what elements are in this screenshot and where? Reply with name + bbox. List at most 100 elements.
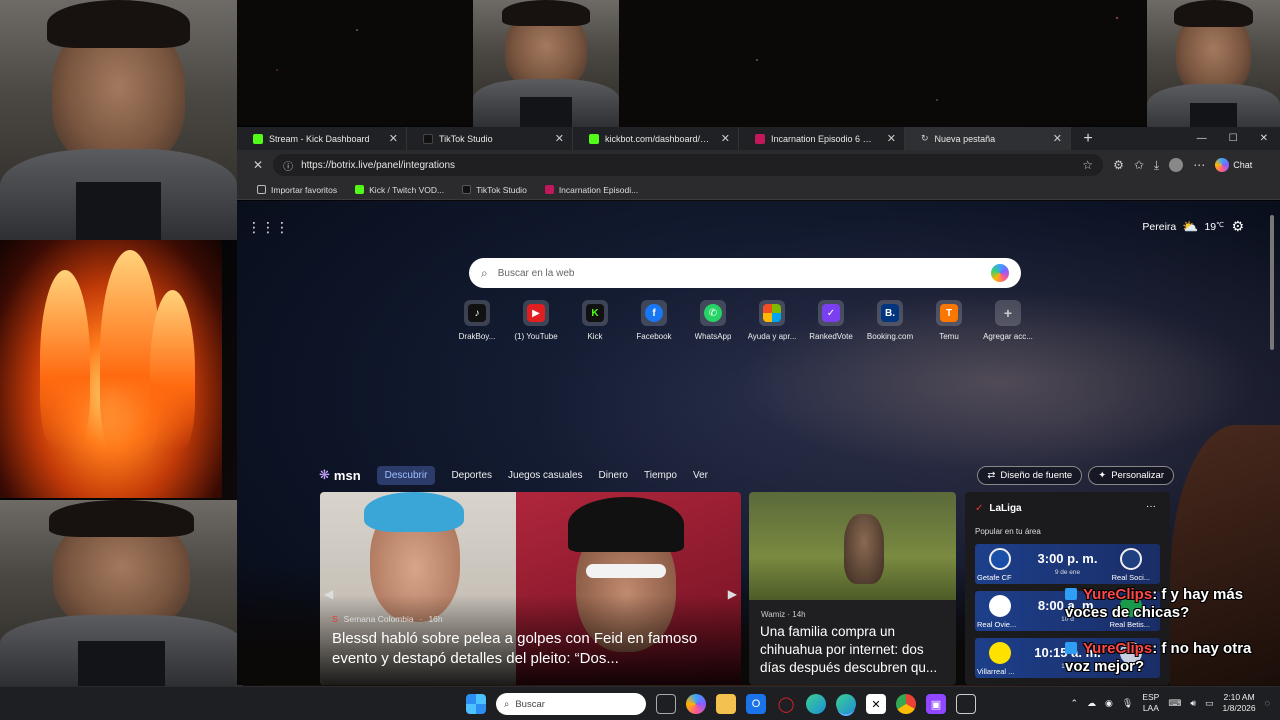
bookmark-tiktok-studio[interactable]: TikTok Studio bbox=[462, 185, 527, 195]
article-source: S Semana Colombia · 16h bbox=[332, 614, 443, 624]
windows-start-icon[interactable] bbox=[466, 694, 486, 714]
bookmark-incarnation[interactable]: Incarnation Episodi... bbox=[544, 185, 638, 195]
shortcut-youtube[interactable]: ▶ (1) YouTube bbox=[512, 300, 560, 341]
new-tab-button[interactable]: + bbox=[1077, 128, 1099, 150]
chat-badge-icon bbox=[1065, 588, 1077, 600]
tab-deportes[interactable]: Deportes bbox=[451, 470, 492, 481]
more-options-icon[interactable]: ··· bbox=[1146, 501, 1156, 512]
extensions-icon[interactable]: ⚙ bbox=[1113, 158, 1124, 172]
tab-incarnation-episode[interactable]: Incarnation Episodio 6 Sub Españ ✕ bbox=[739, 127, 905, 150]
chrome-icon[interactable] bbox=[896, 694, 916, 714]
more-menu-icon[interactable]: ⋯ bbox=[1193, 158, 1205, 172]
maximize-icon[interactable]: ☐ bbox=[1229, 133, 1238, 144]
app-tray-icon[interactable]: ◉ bbox=[1105, 698, 1113, 709]
chevron-left-icon[interactable]: ◀ bbox=[324, 587, 333, 601]
plus-icon: + bbox=[1003, 305, 1013, 321]
page-scrollbar[interactable] bbox=[1270, 215, 1274, 350]
close-tab-icon[interactable]: ✕ bbox=[721, 132, 730, 145]
tiktok-icon bbox=[423, 133, 433, 144]
bookmark-import-favorites[interactable]: Importar favoritos bbox=[257, 185, 337, 195]
task-view-icon[interactable] bbox=[656, 694, 676, 714]
system-clock[interactable]: 2:10 AM 1/8/2026 bbox=[1223, 692, 1256, 714]
close-window-icon[interactable]: ✕ bbox=[1260, 133, 1268, 144]
settings-gear-icon[interactable]: ⚙ bbox=[1231, 218, 1244, 235]
url-text: https://botrix.live/panel/integrations bbox=[301, 159, 456, 171]
url-field[interactable]: ⓘ https://botrix.live/panel/integrations… bbox=[273, 154, 1104, 176]
downloads-icon[interactable]: ⤓ bbox=[1154, 158, 1159, 173]
search-icon: ⌕ bbox=[481, 265, 488, 280]
capcut-icon[interactable]: ✕ bbox=[866, 694, 886, 714]
outlook-icon[interactable]: O bbox=[746, 694, 766, 714]
edge-active-icon[interactable] bbox=[836, 694, 856, 714]
article-headline[interactable]: Una familia compra un chihuahua por inte… bbox=[760, 623, 948, 677]
shortcut-kick[interactable]: K Kick bbox=[571, 300, 619, 341]
favorites-icon[interactable]: ✩ bbox=[1134, 158, 1144, 172]
chevron-up-icon[interactable]: ⌃ bbox=[1071, 698, 1079, 709]
shortcut-facebook[interactable]: f Facebook bbox=[630, 300, 678, 341]
volume-icon[interactable]: 🔊︎ bbox=[1190, 698, 1196, 709]
web-search-box[interactable]: ⌕ Buscar en la web bbox=[469, 258, 1021, 288]
shortcut-whatsapp[interactable]: ✆ WhatsApp bbox=[689, 300, 737, 341]
apps-grid-icon[interactable]: ⋮⋮⋮ bbox=[247, 219, 289, 236]
profile-avatar-icon[interactable] bbox=[1169, 158, 1184, 172]
shortcut-microsoft-help[interactable]: Ayuda y apr... bbox=[748, 300, 796, 341]
twitch-icon[interactable]: ▣ bbox=[926, 694, 946, 714]
bookmark-kick-twitch-vod[interactable]: Kick / Twitch VOD... bbox=[355, 185, 444, 195]
font-design-button[interactable]: ⇄ Diseño de fuente bbox=[977, 465, 1083, 485]
kick-icon bbox=[355, 185, 365, 194]
close-tab-icon[interactable]: ✕ bbox=[1053, 132, 1062, 145]
bookmarks-bar: Importar favoritos Kick / Twitch VOD... … bbox=[237, 180, 1280, 200]
tab-tiempo[interactable]: Tiempo bbox=[644, 470, 677, 481]
copilot-icon[interactable] bbox=[686, 694, 706, 714]
search-icon: ⌕ bbox=[504, 698, 510, 710]
shortcut-temu[interactable]: T Temu bbox=[925, 300, 973, 341]
close-tab-icon[interactable]: ✕ bbox=[389, 132, 398, 145]
close-tab-icon[interactable]: ✕ bbox=[555, 132, 564, 145]
favorite-star-icon[interactable]: ☆ bbox=[1082, 158, 1093, 172]
chevron-right-icon[interactable]: ▶ bbox=[728, 587, 737, 601]
opera-icon[interactable]: ◯ bbox=[776, 694, 796, 714]
personalize-button[interactable]: ✦ Personalizar bbox=[1088, 465, 1174, 485]
tab-new-tab[interactable]: ↻ Nueva pestaña ✕ bbox=[905, 127, 1071, 150]
microphone-icon[interactable]: 🎙︎ bbox=[1122, 698, 1133, 709]
site-info-icon[interactable]: ⓘ bbox=[283, 158, 293, 173]
file-explorer-icon[interactable] bbox=[716, 694, 736, 714]
shortcut-booking[interactable]: B. Booking.com bbox=[866, 300, 914, 341]
youtube-icon: ▶ bbox=[527, 304, 545, 322]
news-card[interactable]: Wamiz · 14h Una familia compra un chihua… bbox=[749, 492, 956, 685]
shortcut-rankedvote[interactable]: ✓ RankedVote bbox=[807, 300, 855, 341]
cloud-icon[interactable]: ☁ bbox=[1087, 698, 1096, 709]
app-window-icon[interactable] bbox=[956, 694, 976, 714]
notifications-icon[interactable]: ◌ bbox=[1265, 698, 1270, 708]
msn-feed-nav: ❋ msn Descubrir Deportes Juegos casuales… bbox=[319, 463, 1174, 487]
minimize-icon[interactable]: — bbox=[1197, 133, 1207, 144]
edge-icon[interactable] bbox=[806, 694, 826, 714]
copilot-icon[interactable] bbox=[991, 264, 1009, 282]
network-icon[interactable]: ⌨ bbox=[1168, 698, 1181, 709]
tab-tiktok-studio[interactable]: TikTok Studio ✕ bbox=[407, 127, 573, 150]
hero-news-card[interactable]: ◀ ▶ S Semana Colombia · 16h Blessd habló … bbox=[320, 492, 741, 685]
copilot-chat-button[interactable]: Chat bbox=[1215, 158, 1252, 172]
match-card[interactable]: 3:00 p. m. 9 de ene Getafe CF Real Soci.… bbox=[975, 544, 1160, 584]
weather-widget[interactable]: Pereira ⛅ 19℃ bbox=[1142, 219, 1224, 235]
stop-loading-icon[interactable]: ✕ bbox=[253, 158, 263, 172]
tab-ver[interactable]: Ver bbox=[693, 470, 708, 481]
shortcut-add[interactable]: + Agregar acc... bbox=[983, 300, 1033, 341]
tab-juegos-casuales[interactable]: Juegos casuales bbox=[508, 470, 583, 481]
webcam-feed-top-center bbox=[473, 0, 619, 128]
msn-logo[interactable]: ❋ msn bbox=[319, 467, 361, 483]
checkmark-icon: ✓ bbox=[822, 304, 840, 322]
input-language[interactable]: ESP LAA bbox=[1142, 692, 1159, 714]
battery-icon[interactable]: ▭ bbox=[1205, 698, 1214, 709]
tab-kick-dashboard[interactable]: Stream - Kick Dashboard ✕ bbox=[237, 127, 407, 150]
close-tab-icon[interactable]: ✕ bbox=[887, 132, 896, 145]
tiktok-icon: ♪ bbox=[468, 304, 486, 322]
chat-badge-icon bbox=[1065, 642, 1077, 654]
taskbar-search-box[interactable]: ⌕ Buscar bbox=[496, 693, 646, 715]
whatsapp-icon: ✆ bbox=[704, 304, 722, 322]
article-headline[interactable]: Blessd habló sobre pelea a golpes con Fe… bbox=[332, 629, 727, 669]
shortcut-drakboy[interactable]: ♪ DrakBoy... bbox=[453, 300, 501, 341]
tab-dinero[interactable]: Dinero bbox=[599, 470, 628, 481]
tab-kickbot-tts[interactable]: kickbot.com/dashboard/tts/comm ✕ bbox=[573, 127, 739, 150]
tab-descubrir[interactable]: Descubrir bbox=[376, 465, 436, 485]
